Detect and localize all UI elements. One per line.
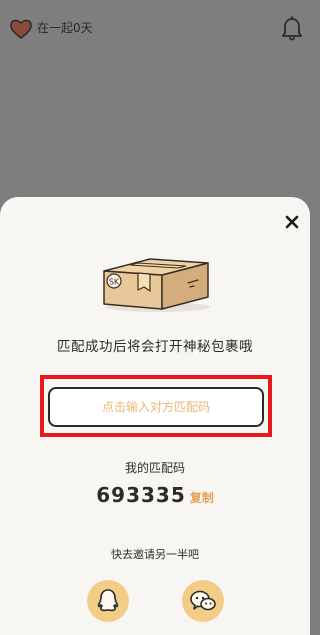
together-days-text: 在一起0天 — [37, 21, 93, 35]
close-icon — [285, 215, 299, 229]
share-wechat-button[interactable] — [182, 580, 224, 622]
heart-icon — [9, 18, 33, 40]
share-qq-button[interactable] — [87, 580, 129, 622]
box-label: SK — [109, 278, 120, 287]
match-code-sheet: SK 匹配成功后将会打开神秘包裹哦 我的匹配码 693335 复制 快去邀请另一… — [0, 197, 310, 635]
match-hint-text: 匹配成功后将会打开神秘包裹哦 — [57, 339, 253, 355]
bell-icon[interactable] — [280, 16, 304, 42]
invite-text: 快去邀请另一半吧 — [111, 548, 199, 561]
my-code-row: 693335 复制 — [0, 483, 310, 511]
wechat-icon — [190, 590, 216, 611]
mystery-package-illustration: SK — [98, 249, 216, 313]
close-button[interactable] — [281, 211, 303, 233]
copy-button[interactable]: 复制 — [190, 489, 214, 506]
qq-icon — [97, 589, 119, 612]
partner-code-input-box[interactable] — [48, 387, 264, 427]
partner-code-input[interactable] — [50, 389, 262, 425]
top-bar: 在一起0天 — [0, 0, 310, 60]
my-code-value: 693335 — [96, 483, 186, 507]
my-code-label: 我的匹配码 — [124, 461, 185, 475]
